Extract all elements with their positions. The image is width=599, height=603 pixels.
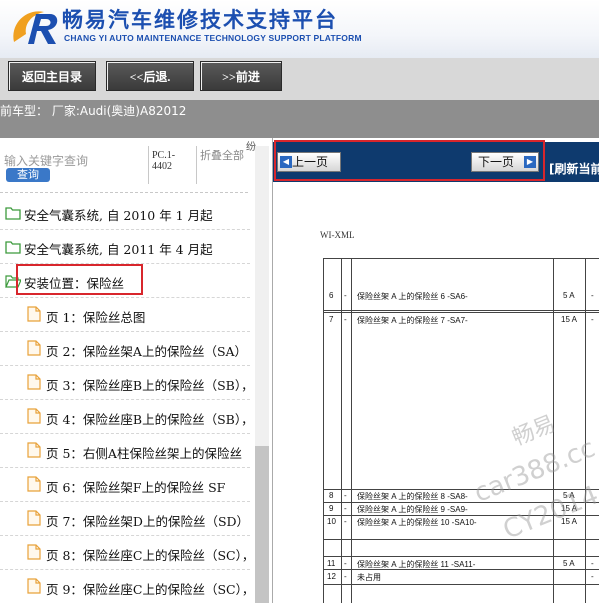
tree-page-1[interactable]: 页 1：保险丝总图 bbox=[0, 298, 250, 332]
page-icon bbox=[27, 578, 41, 594]
tree-page-3[interactable]: 页 3：保险丝座B上的保险丝（SB）， bbox=[0, 366, 250, 400]
tree-item-label: 页 8：保险丝座C上的保险丝（SC）， bbox=[46, 548, 250, 563]
page-icon bbox=[27, 442, 41, 458]
tree-item-label: 安全气囊系统, 自 2011 年 4 月起 bbox=[24, 242, 213, 257]
page-icon bbox=[27, 374, 41, 390]
page-icon bbox=[27, 476, 41, 492]
tree-page-2[interactable]: 页 2：保险丝架A上的保险丝（SA） bbox=[0, 332, 250, 366]
refresh-link[interactable]: [刷新当前 bbox=[549, 160, 599, 177]
tree-page-8[interactable]: 页 8：保险丝座C上的保险丝（SC）， bbox=[0, 536, 250, 570]
tree-item-label: 页 9：保险丝座C上的保险丝（SC）， bbox=[46, 582, 250, 597]
folder-icon bbox=[5, 207, 21, 220]
row-no: 8 bbox=[329, 491, 334, 500]
back-button[interactable]: <<后退. bbox=[106, 61, 194, 91]
tree-item-label: 页 2：保险丝架A上的保险丝（SA） bbox=[46, 344, 248, 359]
highlight-box bbox=[274, 140, 545, 181]
tree-page-5[interactable]: 页 5：右侧A柱保险丝架上的保险丝 bbox=[0, 434, 250, 468]
logo-icon bbox=[13, 11, 58, 44]
row-no: 9 bbox=[329, 504, 334, 513]
home-button[interactable]: 返回主目录 bbox=[8, 61, 96, 91]
row-desc: 未占用 bbox=[357, 573, 381, 582]
row-amp: 5 A bbox=[563, 559, 575, 568]
document-viewer: ◀ 上一页 下一页 ▶ [刷新当前 WI-XML 6 - 保险丝架 A 上的保险… bbox=[272, 138, 599, 603]
highlight-box bbox=[16, 264, 143, 295]
tree-item-label: 安全气囊系统, 自 2010 年 1 月起 bbox=[24, 208, 213, 223]
tree-item-label: 页 4：保险丝座B上的保险丝（SB）， bbox=[46, 412, 250, 427]
tree-folder-airbag-2010[interactable]: 安全气囊系统, 自 2010 年 1 月起 bbox=[0, 196, 250, 230]
row-no: 7 bbox=[329, 315, 334, 324]
row-tail: - bbox=[591, 315, 594, 324]
tree-page-7[interactable]: 页 7：保险丝架D上的保险丝（SD） bbox=[0, 502, 250, 536]
page-icon bbox=[27, 408, 41, 424]
tree-page-4[interactable]: 页 4：保险丝座B上的保险丝（SB）， bbox=[0, 400, 250, 434]
vehicle-bar: 前车型： 厂家:Audi(奥迪)A82012 bbox=[0, 100, 599, 138]
row-dash: - bbox=[344, 491, 347, 500]
tree-item-label: 页 6：保险丝架F上的保险丝 SF bbox=[46, 480, 226, 495]
row-no: 11 bbox=[327, 559, 336, 568]
search-input[interactable]: 输入关键字查询 bbox=[4, 152, 88, 169]
tree-folder-airbag-2011[interactable]: 安全气囊系统, 自 2011 年 4 月起 bbox=[0, 230, 250, 264]
document-id: WI-XML bbox=[320, 230, 355, 240]
row-desc: 保险丝架 A 上的保险丝 7 -SA7- bbox=[357, 316, 468, 325]
collapse-all-link[interactable]: 折叠全部 bbox=[200, 150, 244, 162]
row-tail: - bbox=[591, 572, 594, 581]
row-dash: - bbox=[344, 517, 347, 526]
row-tail: - bbox=[591, 291, 594, 300]
row-desc: 保险丝架 A 上的保险丝 6 -SA6- bbox=[357, 292, 468, 301]
row-amp: 15 A bbox=[561, 315, 578, 324]
row-dash: - bbox=[344, 315, 347, 324]
divider bbox=[196, 146, 197, 184]
row-desc: 保险丝架 A 上的保险丝 11 -SA11- bbox=[357, 560, 476, 569]
divider bbox=[148, 146, 149, 184]
brand-title: 畅易汽车维修技术支持平台 bbox=[62, 8, 338, 32]
nav-bar: 返回主目录 <<后退. >>前进 bbox=[0, 58, 599, 100]
row-no: 10 bbox=[327, 517, 336, 526]
page-icon bbox=[27, 510, 41, 526]
row-dash: - bbox=[344, 504, 347, 513]
tree-item-label: 页 3：保险丝座B上的保险丝（SB）， bbox=[46, 378, 250, 393]
row-desc: 保险丝架 A 上的保险丝 8 -SA8- bbox=[357, 492, 468, 501]
page-icon bbox=[27, 340, 41, 356]
page-icon bbox=[27, 544, 41, 560]
row-tail: - bbox=[591, 559, 594, 568]
tree-item-label: 页 1：保险丝总图 bbox=[46, 310, 146, 325]
query-button[interactable]: 查询 bbox=[6, 168, 50, 182]
row-no: 12 bbox=[327, 572, 336, 581]
separator bbox=[0, 192, 248, 193]
pc-code: PC.1-4402 bbox=[152, 150, 176, 172]
tree-item-label: 页 7：保险丝架D上的保险丝（SD） bbox=[46, 514, 250, 529]
tree-scrollbar[interactable] bbox=[255, 146, 269, 603]
row-dash: - bbox=[344, 291, 347, 300]
tree-page-6[interactable]: 页 6：保险丝架F上的保险丝 SF bbox=[0, 468, 250, 502]
row-dash: - bbox=[344, 559, 347, 568]
scroll-thumb[interactable] bbox=[255, 446, 269, 603]
folder-icon bbox=[5, 241, 21, 254]
row-no: 6 bbox=[329, 291, 334, 300]
tree-panel: 输入关键字查询 查询 PC.1-4402 折叠全部 纷 安全气囊系统, 自 20… bbox=[0, 138, 270, 603]
app-header: 畅易汽车维修技术支持平台 CHANG YI AUTO MAINTENANCE T… bbox=[0, 0, 599, 58]
forward-button[interactable]: >>前进 bbox=[200, 61, 282, 91]
brand-subtitle: CHANG YI AUTO MAINTENANCE TECHNOLOGY SUP… bbox=[64, 33, 362, 43]
page-icon bbox=[27, 306, 41, 322]
tree-item-label: 页 5：右侧A柱保险丝架上的保险丝 bbox=[46, 446, 242, 461]
row-amp: 5 A bbox=[563, 291, 575, 300]
row-desc: 保险丝架 A 上的保险丝 9 -SA9- bbox=[357, 505, 468, 514]
row-desc: 保险丝架 A 上的保险丝 10 -SA10- bbox=[357, 518, 477, 527]
tree-page-9[interactable]: 页 9：保险丝座C上的保险丝（SC）， bbox=[0, 570, 250, 603]
vehicle-label: 前车型： 厂家:Audi(奥迪)A82012 bbox=[0, 104, 187, 118]
row-dash: - bbox=[344, 572, 347, 581]
